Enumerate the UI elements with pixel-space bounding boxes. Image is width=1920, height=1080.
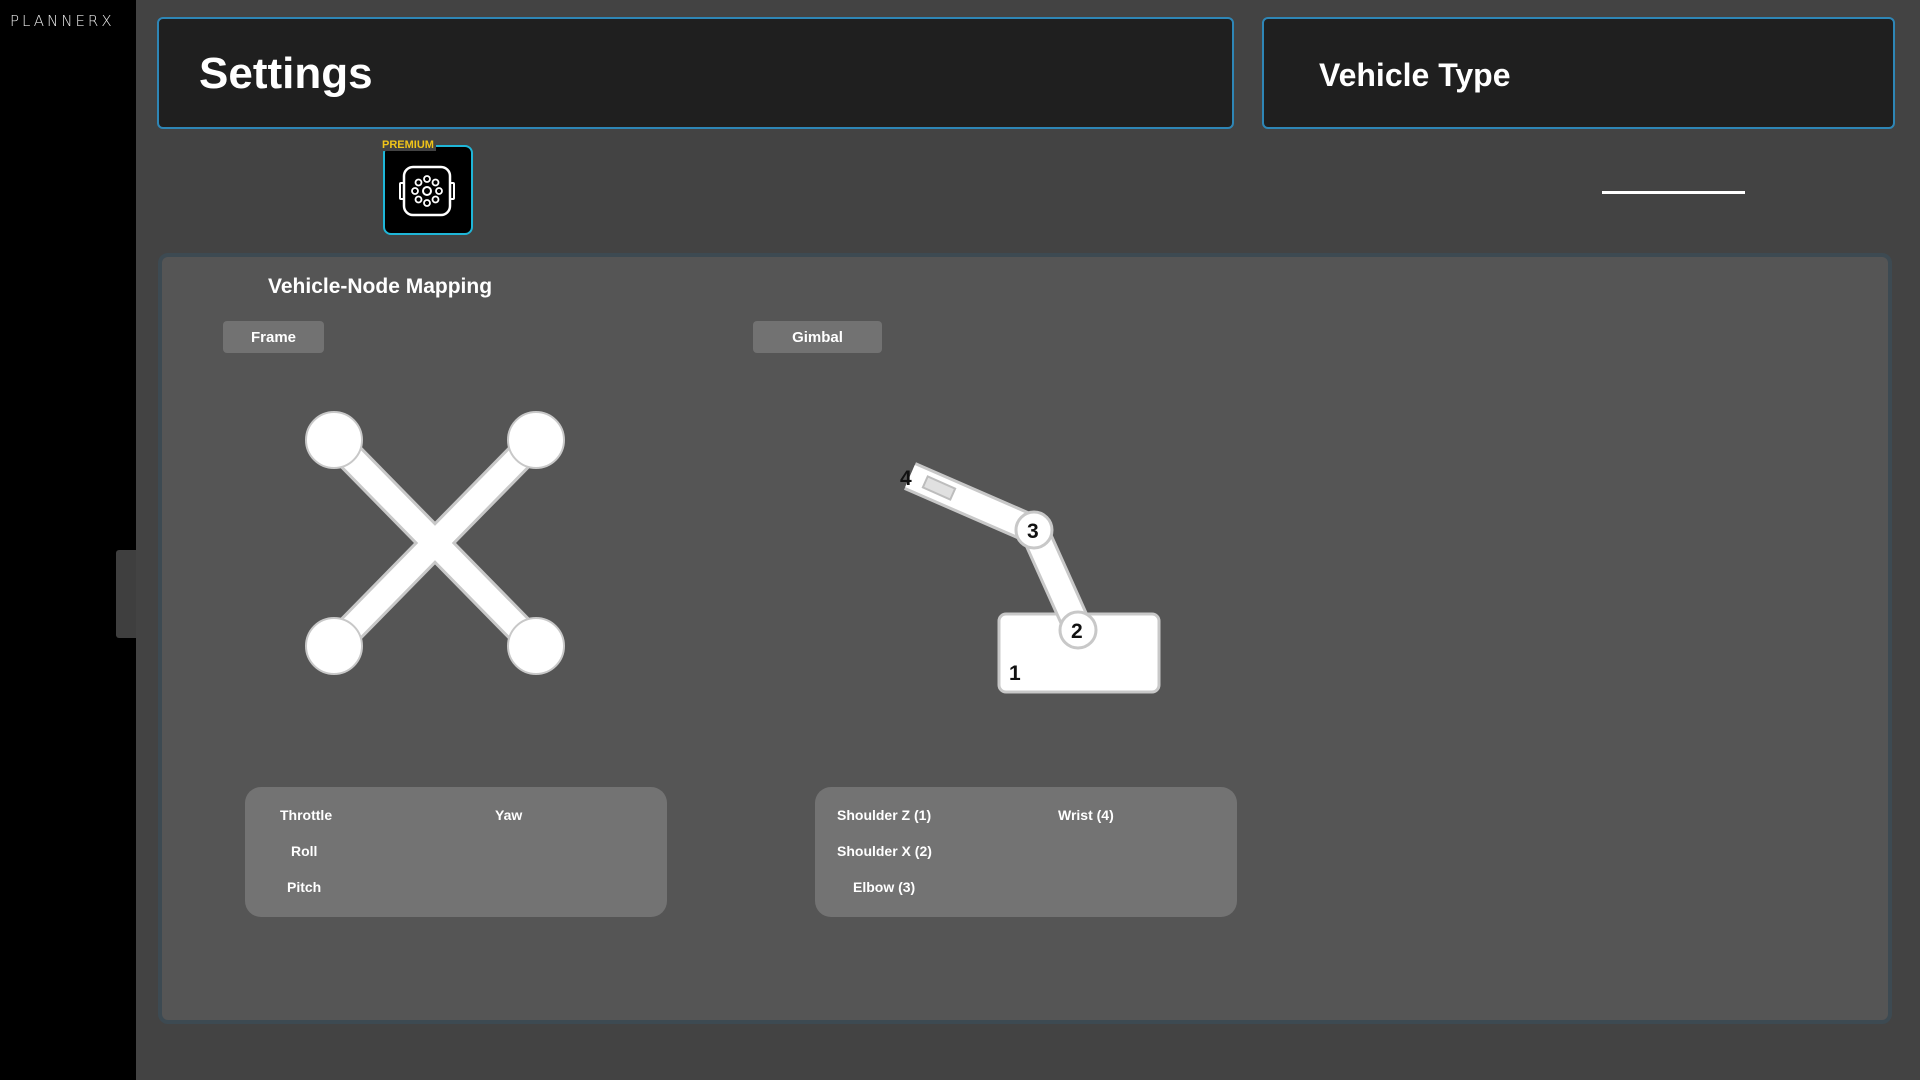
list-item-elbow[interactable]: Elbow (3): [853, 879, 915, 895]
settings-header-panel: Settings: [157, 17, 1234, 129]
list-item-wrist[interactable]: Wrist (4): [1058, 807, 1114, 823]
list-item-roll[interactable]: Roll: [291, 843, 317, 859]
node-label-3: 3: [1027, 520, 1039, 543]
list-item-shoulder-z[interactable]: Shoulder Z (1): [837, 807, 931, 823]
node-label-1: 1: [1009, 662, 1021, 685]
list-item-throttle[interactable]: Throttle: [280, 807, 332, 823]
sidebar: PLANNERX: [0, 0, 136, 1080]
node-label-2: 2: [1071, 620, 1083, 643]
quadcopter-frame-diagram: [305, 411, 565, 675]
motor-rear-right: [507, 617, 565, 675]
gimbal-mapping-list: Shoulder Z (1) Shoulder X (2) Elbow (3) …: [815, 787, 1237, 917]
frame-mapping-list: Throttle Roll Pitch Yaw: [245, 787, 667, 917]
vehicle-type-panel[interactable]: Vehicle Type: [1262, 17, 1895, 129]
sidebar-toggle-handle[interactable]: [116, 550, 136, 638]
node-label-4: 4: [900, 467, 912, 490]
list-item-shoulder-x[interactable]: Shoulder X (2): [837, 843, 932, 859]
robot-node-icon: [399, 165, 455, 217]
page-title: Settings: [199, 49, 373, 98]
premium-badge: PREMIUM: [380, 139, 436, 151]
app-logo: PLANNERX: [10, 12, 115, 30]
list-item-pitch[interactable]: Pitch: [287, 879, 321, 895]
motor-rear-left: [305, 617, 363, 675]
mapping-title: Vehicle-Node Mapping: [268, 275, 493, 298]
tab-frame[interactable]: Frame: [223, 321, 324, 353]
tab-gimbal[interactable]: Gimbal: [753, 321, 882, 353]
tab-indicator: [1602, 191, 1745, 194]
gimbal-arm-diagram: 1 2 3 4: [900, 462, 1161, 694]
motor-front-left: [305, 411, 363, 469]
list-item-yaw[interactable]: Yaw: [495, 807, 522, 823]
vehicle-type-title: Vehicle Type: [1319, 57, 1511, 93]
motor-front-right: [507, 411, 565, 469]
